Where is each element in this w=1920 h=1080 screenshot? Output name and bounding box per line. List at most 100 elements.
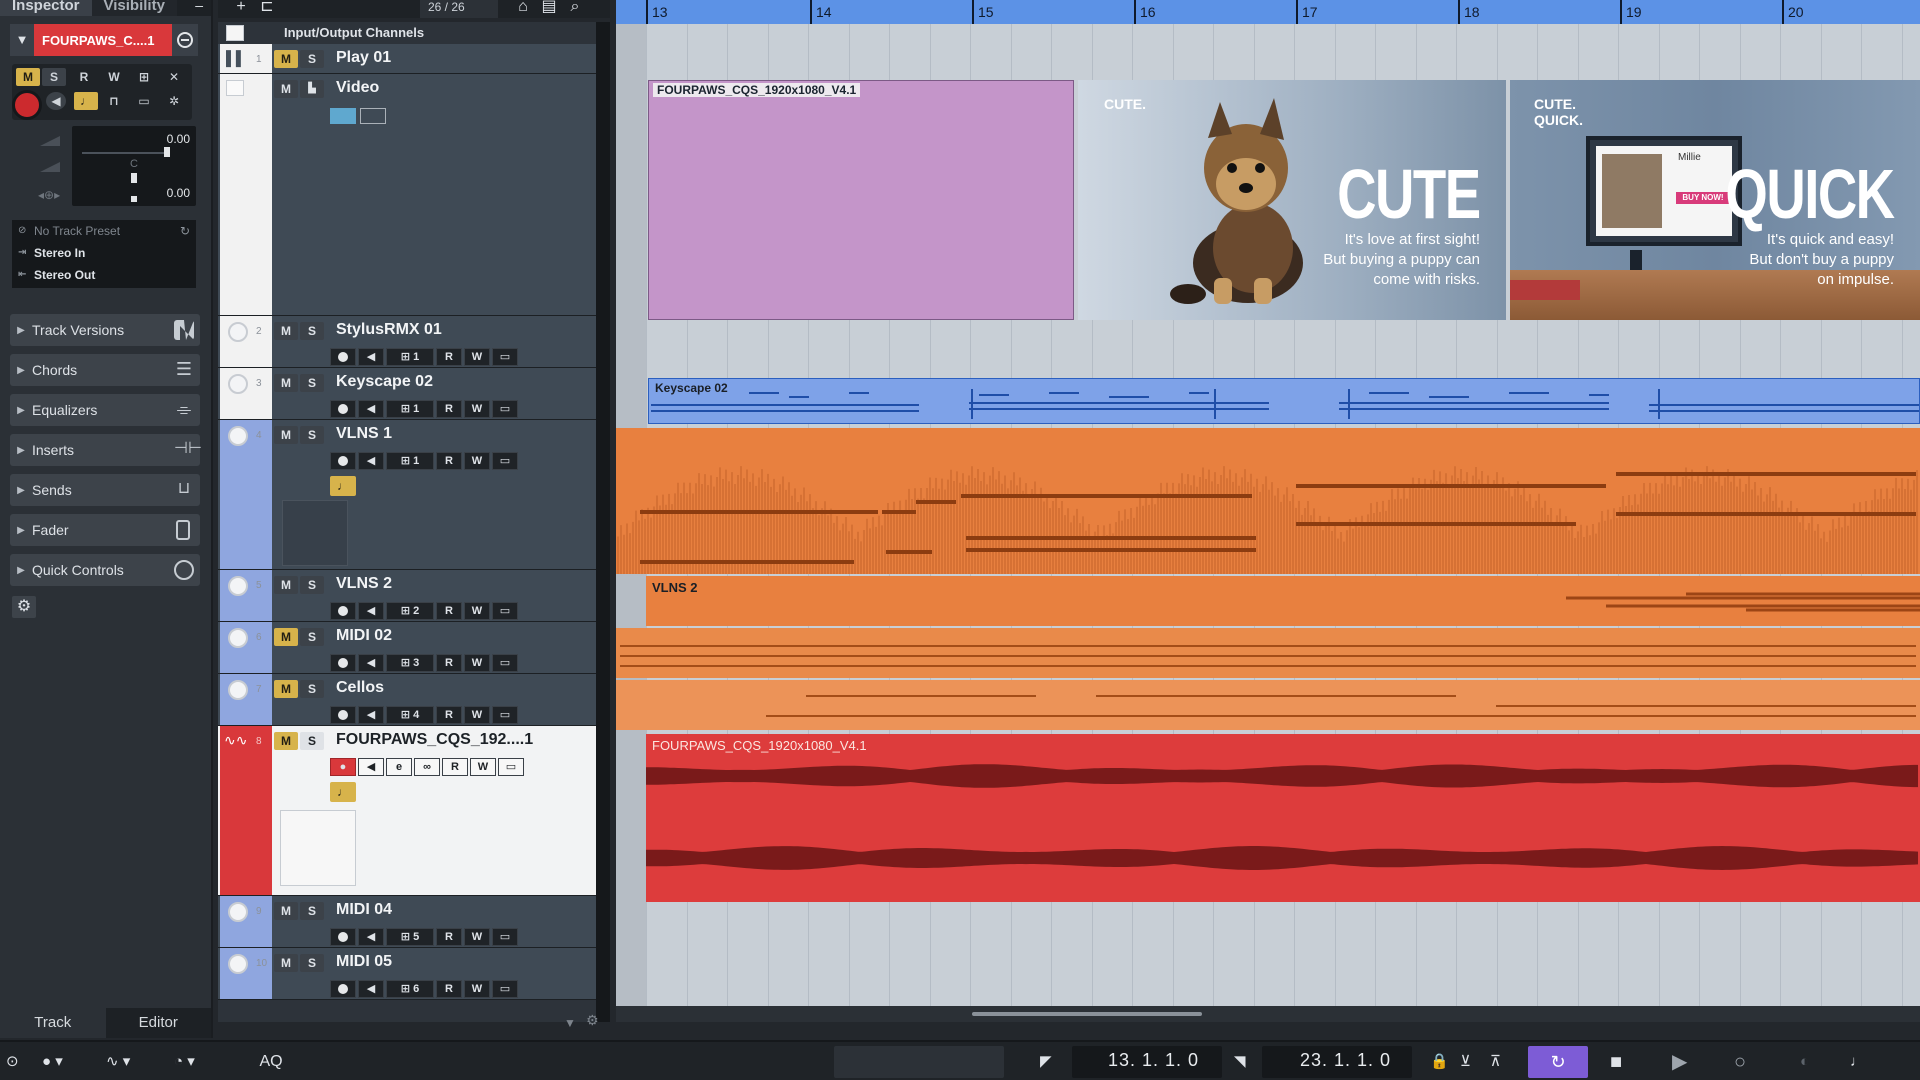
record-mode-icon[interactable]: ● ▾: [42, 1050, 63, 1074]
add-track-icon[interactable]: +: [228, 0, 254, 18]
video-thumbnail-cute[interactable]: CUTE. CUTE It's love at first sight! But…: [1078, 80, 1506, 320]
read-button[interactable]: R: [436, 602, 462, 620]
tab-inspector[interactable]: Inspector: [0, 0, 92, 16]
track-name[interactable]: MIDI 04: [336, 901, 392, 919]
volume-value[interactable]: 0.00: [167, 132, 190, 146]
metronome-icon[interactable]: ♩: [1850, 1050, 1865, 1074]
project-arrange-area[interactable]: 13 14 15 16 17 18 19 20 FOURPAWS_CQS_192…: [616, 0, 1920, 1022]
solo-button[interactable]: S: [300, 426, 324, 444]
edit-channel-icon[interactable]: [172, 24, 198, 56]
right-locator-icon[interactable]: ◥: [1234, 1050, 1246, 1074]
monitor-button[interactable]: ◀: [358, 706, 384, 724]
audio-performance-icon[interactable]: ∿ ▾: [106, 1050, 130, 1074]
solo-button[interactable]: S: [300, 680, 324, 698]
volume-fader[interactable]: [82, 152, 166, 154]
solo-button[interactable]: S: [300, 576, 324, 594]
track-name[interactable]: Play 01: [336, 49, 391, 67]
right-locator-value[interactable]: 23. 1. 1. 0: [1300, 1050, 1391, 1071]
monitor-button[interactable]: ◀: [358, 452, 384, 470]
scrollbar-thumb[interactable]: [972, 1012, 1202, 1016]
track-midi-04[interactable]: 9 M S MIDI 04 ◀ ⊞ 5 R W ▭: [218, 896, 610, 948]
monitor-icon[interactable]: [228, 374, 248, 394]
event-midi-02[interactable]: [616, 628, 1920, 678]
midi-channel-field[interactable]: ⊞ 1: [386, 400, 434, 418]
lock-icon[interactable]: ▙: [300, 80, 324, 98]
track-presets-icon[interactable]: ⌂: [510, 0, 536, 18]
lanes-icon[interactable]: ▭: [132, 92, 156, 110]
lanes-icon[interactable]: ▭: [492, 928, 518, 946]
lock-icon[interactable]: ⊓: [102, 92, 126, 110]
monitor-icon[interactable]: [228, 680, 248, 700]
stop-button[interactable]: ■: [1610, 1050, 1622, 1074]
write-button[interactable]: W: [470, 758, 496, 776]
write-button[interactable]: W: [464, 400, 490, 418]
event-cellos[interactable]: [616, 680, 1920, 730]
monitor-icon[interactable]: [228, 426, 248, 446]
section-track-versions[interactable]: ▶ Track Versions: [10, 314, 200, 346]
event-vlns-1[interactable]: [616, 428, 1920, 574]
width-handle[interactable]: [131, 196, 137, 202]
track-vlns-2[interactable]: 5 M S VLNS 2 ◀ ⊞ 2 R W ▭: [218, 570, 610, 622]
overview-bar[interactable]: [834, 1046, 1004, 1078]
read-button[interactable]: R: [442, 758, 468, 776]
record-enable-button[interactable]: [330, 452, 356, 470]
input-routing-row[interactable]: ⇥ Stereo In: [12, 242, 196, 264]
timeline-ruler[interactable]: 13 14 15 16 17 18 19 20: [616, 0, 1920, 24]
track-name[interactable]: Video: [336, 79, 379, 97]
lanes-icon[interactable]: ▭: [492, 348, 518, 366]
record-enable-button[interactable]: [330, 980, 356, 998]
lanes-icon[interactable]: ▭: [498, 758, 524, 776]
read-button[interactable]: R: [436, 400, 462, 418]
timebase-icon[interactable]: ♩: [74, 92, 98, 110]
monitor-icon[interactable]: [228, 628, 248, 648]
track-fourpaws-audio[interactable]: ∿∿ 8 M S FOURPAWS_CQS_192....1 ● ◀ e ∞ R…: [218, 726, 610, 896]
track-name[interactable]: MIDI 05: [336, 953, 392, 971]
midi-channel-field[interactable]: ⊞ 3: [386, 654, 434, 672]
auto-quantize-button[interactable]: AQ: [236, 1046, 306, 1078]
pan-value[interactable]: 0.00: [167, 186, 190, 200]
lanes-icon[interactable]: ▭: [492, 400, 518, 418]
left-locator-icon[interactable]: ◤: [1040, 1050, 1052, 1074]
tab-track[interactable]: Track: [0, 1008, 106, 1038]
tempo-mode-icon[interactable]: ◔ ▾: [174, 1050, 195, 1074]
read-button[interactable]: R: [436, 706, 462, 724]
folder-icon[interactable]: ⊏: [254, 0, 280, 18]
solo-button[interactable]: S: [300, 50, 324, 68]
video-thumbnail-toggle-icon[interactable]: [330, 108, 356, 124]
section-equalizers[interactable]: ▶ Equalizers ⌯: [10, 394, 200, 426]
volume-fader-handle[interactable]: [164, 147, 170, 157]
record-enable-button[interactable]: [330, 928, 356, 946]
write-button[interactable]: W: [464, 452, 490, 470]
mute-button[interactable]: M: [274, 322, 298, 340]
mute-button[interactable]: M: [274, 628, 298, 646]
musical-timebase-icon[interactable]: ♩: [330, 476, 356, 496]
mute-button[interactable]: M: [274, 732, 298, 750]
cycle-button[interactable]: ↻: [1528, 1046, 1588, 1078]
tab-editor[interactable]: Editor: [105, 1008, 211, 1038]
write-button[interactable]: W: [464, 980, 490, 998]
monitor-button[interactable]: ◀: [358, 980, 384, 998]
midi-channel-field[interactable]: ⊞ 1: [386, 348, 434, 366]
video-event-blank[interactable]: FOURPAWS_CQS_1920x1080_V4.1: [648, 80, 1074, 320]
solo-button[interactable]: S: [300, 902, 324, 920]
punch-in-icon[interactable]: ⊻: [1460, 1050, 1471, 1074]
click-icon[interactable]: ◐: [1800, 1050, 1809, 1074]
scroll-down-icon[interactable]: ▼: [564, 1016, 576, 1030]
track-name[interactable]: Cellos: [336, 679, 384, 697]
pan-handle[interactable]: [131, 173, 137, 183]
folder-visibility-icon[interactable]: [226, 25, 244, 41]
section-fader[interactable]: ▶ Fader: [10, 514, 200, 546]
track-name[interactable]: VLNS 1: [336, 425, 392, 443]
inspector-track-header[interactable]: ▼ FOURPAWS_C....1: [10, 24, 198, 56]
record-button[interactable]: ○: [1734, 1050, 1746, 1074]
mute-button[interactable]: M: [274, 576, 298, 594]
mute-button[interactable]: M: [274, 80, 298, 98]
section-sends[interactable]: ▶ Sends ⊔: [10, 474, 200, 506]
list-icon[interactable]: ▤: [536, 0, 562, 18]
settings-icon[interactable]: ✲: [162, 92, 186, 110]
midi-part-keyscape[interactable]: Keyscape 02: [648, 378, 1920, 424]
musical-timebase-icon[interactable]: ♩: [330, 782, 356, 802]
monitor-icon[interactable]: [228, 576, 248, 596]
midi-channel-field[interactable]: ⊞ 4: [386, 706, 434, 724]
tab-visibility[interactable]: Visibility: [91, 0, 177, 16]
